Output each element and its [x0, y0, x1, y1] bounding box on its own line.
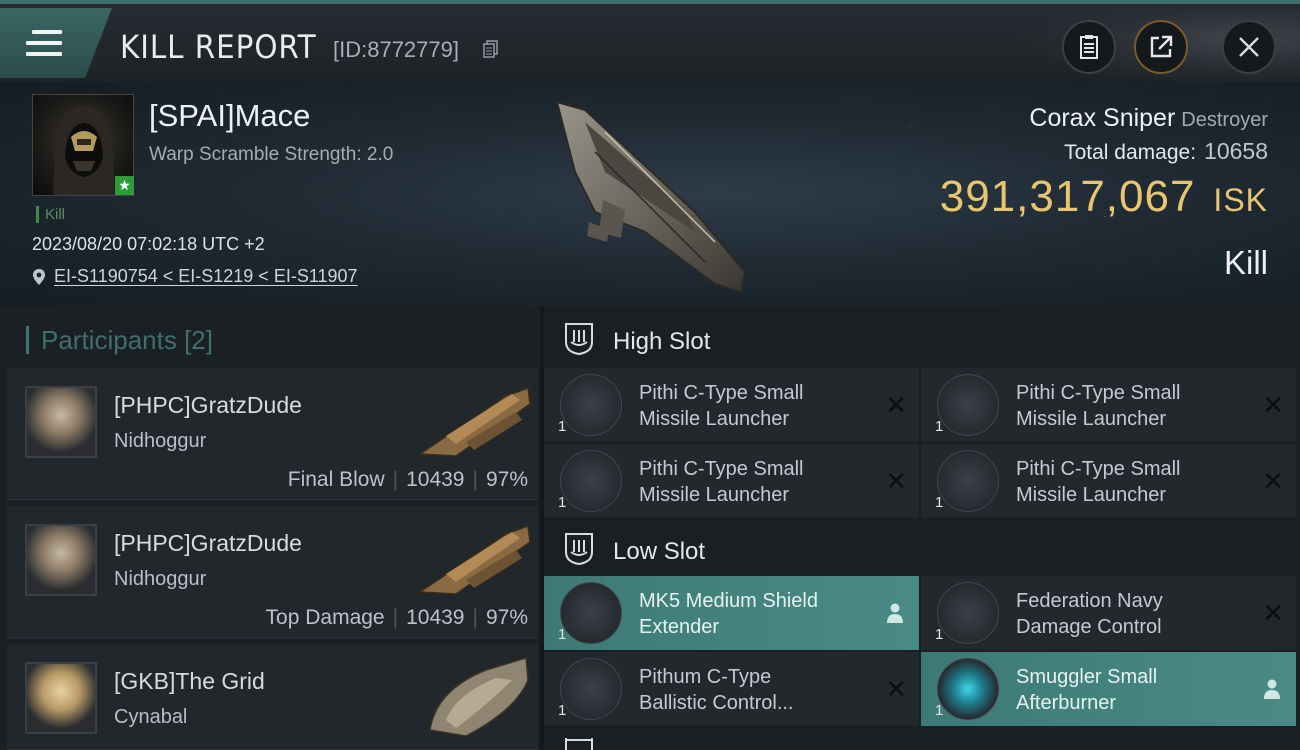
participant-ship-image [417, 386, 531, 457]
participant-name: [PHPC]GratzDude [114, 530, 302, 556]
close-icon [1239, 37, 1259, 57]
module-slot[interactable]: 1 Pithi C-Type Small Missile Launcher ✕ [921, 368, 1296, 442]
participants-header: Participants [2] [26, 326, 213, 354]
ship-class: Destroyer [1181, 109, 1268, 131]
star-badge-icon: ★ [115, 176, 134, 195]
module-slot[interactable]: 1 Smuggler Small Afterburner [921, 652, 1296, 726]
missile-launcher-icon [560, 374, 622, 436]
clipboard-button[interactable] [1062, 20, 1116, 74]
participant-ship-image [417, 524, 531, 595]
kill-tag: Kill [36, 206, 65, 223]
destroyed-x-icon: ✕ [1262, 466, 1284, 496]
participant-avatar[interactable] [25, 524, 97, 596]
destroyed-x-icon: ✕ [1262, 390, 1284, 420]
module-slot[interactable]: 1 MK5 Medium Shield Extender [544, 576, 919, 650]
location-link[interactable]: EI-S1190754 < EI-S1219 < EI-S11907 [32, 266, 358, 287]
module-name: Pithi C-Type Small Missile Launcher [1016, 458, 1181, 506]
missile-launcher-icon [937, 374, 999, 436]
participant-ship: Cynabal [114, 706, 188, 728]
copy-icon[interactable] [483, 40, 499, 58]
location-path[interactable]: EI-S1190754 < EI-S1219 < EI-S11907 [54, 266, 358, 287]
share-icon [1150, 35, 1173, 58]
module-slot[interactable]: 1 Pithum C-Type Ballistic Control... ✕ [544, 652, 919, 726]
participant-ship: Nidhoggur [114, 430, 207, 452]
location-pin-icon [33, 268, 45, 285]
high-slot-icon [565, 323, 593, 356]
module-name: MK5 Medium Shield Extender [639, 590, 818, 638]
low-slot-icon [565, 533, 593, 566]
fitting-panel: High Slot 1 Pithi C-Type Small Missile La… [544, 306, 1300, 750]
module-slot[interactable]: 1 Federation Navy Damage Control ✕ [921, 576, 1296, 650]
participant-ship: Nidhoggur [114, 568, 207, 590]
victim-panel: ★ [SPAI]Mace Warp Scramble Strength: 2.0… [0, 82, 1300, 306]
destroyed-x-icon: ✕ [885, 674, 907, 704]
missile-launcher-icon [560, 450, 622, 512]
module-name: Smuggler Small Afterburner [1016, 666, 1158, 714]
close-button[interactable] [1222, 20, 1276, 74]
low-slot-label: Low Slot [613, 538, 706, 565]
clipboard-icon [1080, 35, 1098, 59]
participant-card[interactable]: [GKB]The Grid Cynabal [7, 644, 538, 750]
total-damage: Total damage: 10658 [1064, 138, 1268, 164]
module-slot[interactable]: 1 Pithi C-Type Small Missile Launcher ✕ [544, 444, 919, 518]
participants-panel: Participants [2] [PHPC]GratzDude Nidhogg… [0, 306, 540, 750]
ballistic-control-icon [560, 658, 622, 720]
participant-name: [GKB]The Grid [114, 668, 265, 694]
missile-launcher-icon [937, 450, 999, 512]
destroyed-x-icon: ✕ [1262, 598, 1284, 628]
destroyed-x-icon: ✕ [885, 390, 907, 420]
participant-card[interactable]: [PHPC]GratzDude Nidhoggur Top Damage | 104… [7, 506, 538, 638]
isk-value: 391,317,067 ISK [939, 172, 1268, 221]
victim-name[interactable]: [SPAI]Mace [149, 98, 310, 134]
mid-slot-header-cutoff [544, 738, 1300, 750]
module-slot[interactable]: 1 Pithi C-Type Small Missile Launcher ✕ [544, 368, 919, 442]
page-title: KILL REPORT [120, 28, 317, 66]
afterburner-icon [937, 658, 999, 720]
warp-scramble-strength: Warp Scramble Strength: 2.0 [149, 144, 394, 165]
participant-avatar[interactable] [25, 386, 97, 458]
participant-ship-image [429, 657, 529, 737]
title-bar: KILL REPORT [ID:8772779] [0, 0, 1300, 86]
shield-extender-icon [560, 582, 622, 644]
module-name: Federation Navy Damage Control [1016, 590, 1163, 638]
menu-button[interactable] [0, 8, 112, 78]
high-slot-label: High Slot [613, 328, 711, 355]
high-slot-header: High Slot [544, 308, 1300, 370]
module-name: Pithum C-Type Ballistic Control... [639, 666, 794, 714]
hamburger-icon [26, 30, 62, 58]
low-slot-header: Low Slot [544, 518, 1300, 580]
share-button[interactable] [1134, 20, 1188, 74]
participant-avatar[interactable] [25, 662, 97, 734]
participant-card[interactable]: [PHPC]GratzDude Nidhoggur Final Blow | 104… [7, 368, 538, 500]
kill-timestamp: 2023/08/20 07:02:18 UTC +2 [32, 234, 265, 254]
module-name: Pithi C-Type Small Missile Launcher [639, 458, 804, 506]
damage-control-icon [937, 582, 999, 644]
victim-ship-image[interactable] [545, 92, 755, 302]
report-id: [ID:8772779] [333, 37, 459, 62]
ship-type[interactable]: Corax Sniper Destroyer [1029, 104, 1268, 133]
dropped-person-icon [887, 603, 903, 623]
result-label: Kill [1223, 244, 1268, 281]
mid-slot-icon [565, 738, 593, 750]
module-name: Pithi C-Type Small Missile Launcher [1016, 382, 1181, 430]
dropped-person-icon [1264, 679, 1280, 699]
destroyed-x-icon: ✕ [885, 466, 907, 496]
participant-stats: Final Blow | 10439 | 97% [287, 468, 528, 491]
module-slot[interactable]: 1 Pithi C-Type Small Missile Launcher ✕ [921, 444, 1296, 518]
participant-name: [PHPC]GratzDude [114, 392, 302, 418]
module-name: Pithi C-Type Small Missile Launcher [639, 382, 804, 430]
participant-stats: Top Damage | 10439 | 97% [265, 606, 528, 629]
